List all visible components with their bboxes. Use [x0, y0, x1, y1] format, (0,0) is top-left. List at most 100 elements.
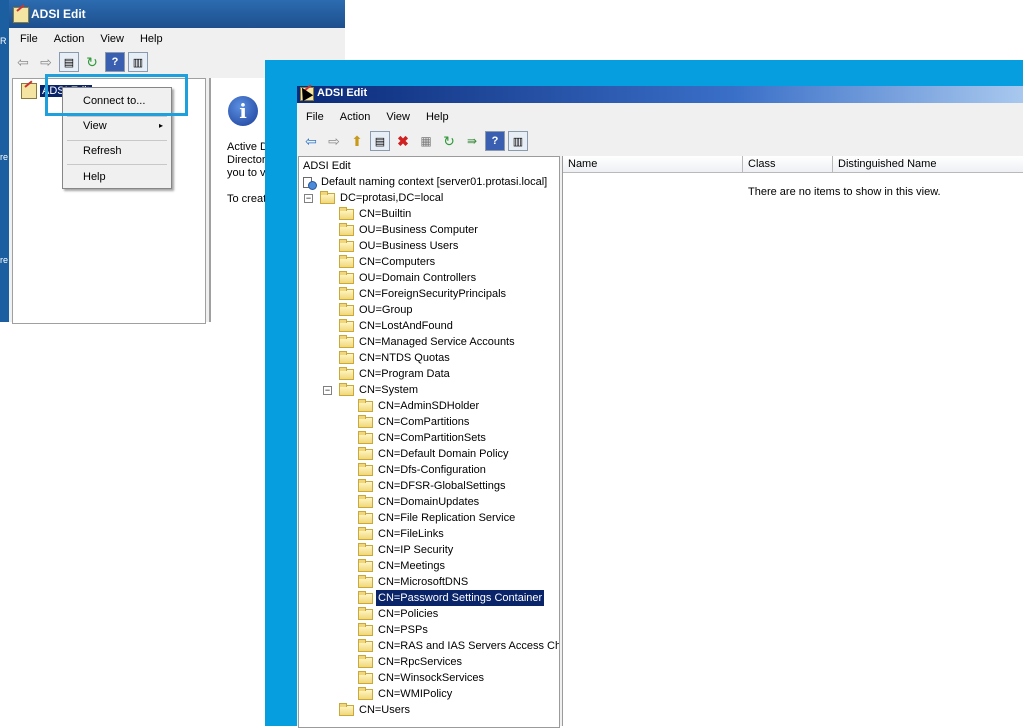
tree-node[interactable]: CN=Dfs-Configuration — [358, 462, 486, 478]
column-header-class[interactable]: Class — [743, 156, 833, 173]
tree-node[interactable]: OU=Group — [339, 302, 413, 318]
tree-node[interactable]: CN=Meetings — [358, 558, 445, 574]
menu-action[interactable]: Action — [46, 29, 93, 49]
tree-node-label: CN=ComPartitions — [378, 416, 470, 428]
tree-node-label: CN=ComPartitionSets — [378, 432, 486, 444]
tree-node[interactable]: CN=Computers — [339, 254, 435, 270]
folder-icon — [358, 462, 373, 476]
menu-view[interactable]: View — [92, 29, 132, 49]
desktop-text: re — [0, 152, 9, 162]
tree-node-label: CN=WMIPolicy — [378, 688, 453, 700]
show-action-pane-icon[interactable]: ▥ — [128, 52, 148, 72]
folder-icon — [358, 446, 373, 460]
tree-node[interactable]: CN=File Replication Service — [358, 510, 515, 526]
menu-file[interactable]: File — [12, 29, 46, 49]
view-menu-item[interactable]: View ▸ — [65, 115, 169, 137]
domain-node[interactable]: − DC=protasi,DC=local — [304, 190, 443, 206]
tree-node-label: CN=WinsockServices — [378, 672, 485, 684]
tree-node[interactable]: CN=PSPs — [358, 622, 428, 638]
tree-node[interactable]: CN=FileLinks — [358, 526, 444, 542]
tree-node[interactable]: CN=RAS and IAS Servers Access Che — [358, 638, 560, 654]
title-bar[interactable]: ADSI Edit — [9, 0, 345, 28]
refresh-menu-item[interactable]: Refresh — [65, 140, 169, 162]
tree-node[interactable]: CN=WinsockServices — [358, 670, 484, 686]
naming-context-node[interactable]: Default naming context [server01.protasi… — [303, 174, 547, 190]
delete-icon[interactable]: ✖ — [393, 131, 413, 151]
tree-node[interactable]: CN=ComPartitions — [358, 414, 469, 430]
title-bar[interactable]: ADSI Edit — [297, 86, 1023, 103]
naming-context-icon — [303, 176, 317, 190]
toolbar: ⇦ ⇨ ▤ ↻ ? ▥ — [13, 52, 151, 72]
tree-node[interactable]: CN=ForeignSecurityPrincipals — [339, 286, 506, 302]
tree-node[interactable]: CN=MicrosoftDNS — [358, 574, 468, 590]
tree-node[interactable]: CN=RpcServices — [358, 654, 462, 670]
tree-node-label: CN=DomainUpdates — [378, 496, 480, 508]
menu-file[interactable]: File — [298, 107, 332, 127]
menu-help[interactable]: Help — [132, 29, 171, 49]
tree-node-label: CN=Program Data — [359, 368, 450, 380]
tree-node-label: CN=Dfs-Configuration — [378, 464, 486, 476]
tree-node-label: CN=Password Settings Container — [376, 590, 545, 606]
up-folder-icon[interactable]: ⬆ — [347, 131, 367, 151]
refresh-icon[interactable]: ↻ — [439, 131, 459, 151]
export-list-icon[interactable]: ⇛ — [462, 131, 482, 151]
menu-help[interactable]: Help — [418, 107, 457, 127]
tree-node[interactable]: OU=Business Computer — [339, 222, 478, 238]
forward-arrow-icon[interactable]: ⇨ — [36, 52, 56, 72]
folder-icon — [358, 430, 373, 444]
column-header-distinguished-name[interactable]: Distinguished Name — [833, 156, 1023, 173]
folder-icon — [320, 190, 335, 204]
folder-icon — [358, 670, 373, 684]
collapse-icon[interactable]: − — [323, 385, 332, 395]
intro-text: To creat — [227, 193, 267, 205]
forward-arrow-icon[interactable]: ⇨ — [324, 131, 344, 151]
tree-node-label: ADSI Edit — [303, 160, 351, 172]
tree-node[interactable]: CN=IP Security — [358, 542, 453, 558]
show-hide-tree-icon[interactable]: ▤ — [370, 131, 390, 151]
help-icon[interactable]: ? — [105, 52, 125, 72]
tree-node-label: CN=AdminSDHolder — [378, 400, 480, 412]
tree-node-label: Default naming context [server01.protasi… — [321, 176, 548, 188]
tree-node[interactable]: CN=Builtin — [339, 206, 411, 222]
column-header-name[interactable]: Name — [563, 156, 743, 173]
refresh-icon[interactable]: ↻ — [82, 52, 102, 72]
menu-view[interactable]: View — [378, 107, 418, 127]
system-node[interactable]: − CN=System — [323, 382, 418, 398]
properties-icon[interactable]: ▦ — [416, 131, 436, 151]
tree-node[interactable]: CN=DomainUpdates — [358, 494, 479, 510]
menu-action[interactable]: Action — [332, 107, 379, 127]
tree-node[interactable]: CN=Managed Service Accounts — [339, 334, 515, 350]
tree-node[interactable]: CN=ComPartitionSets — [358, 430, 486, 446]
intro-text: Director — [227, 154, 266, 166]
tree-node[interactable]: CN=AdminSDHolder — [358, 398, 479, 414]
tree-root-node[interactable]: ADSI Edit — [303, 158, 351, 174]
submenu-arrow-icon: ▸ — [158, 121, 163, 130]
tree-node[interactable]: OU=Business Users — [339, 238, 458, 254]
tree-node[interactable]: CN=Policies — [358, 606, 438, 622]
tree-node-label: CN=Computers — [359, 256, 436, 268]
tree-node[interactable]: CN=Program Data — [339, 366, 450, 382]
tree-node[interactable]: CN=DFSR-GlobalSettings — [358, 478, 505, 494]
tree-node[interactable]: OU=Domain Controllers — [339, 270, 476, 286]
tree-node[interactable]: CN=NTDS Quotas — [339, 350, 450, 366]
tree-node[interactable]: CN=Users — [339, 702, 410, 718]
tree-node[interactable]: CN=Default Domain Policy — [358, 446, 509, 462]
tree-node-label: CN=RAS and IAS Servers Access Che — [378, 640, 560, 652]
back-arrow-icon[interactable]: ⇦ — [301, 131, 321, 151]
folder-icon — [339, 366, 354, 380]
adsi-edit-icon — [13, 7, 29, 23]
tree-node[interactable]: CN=Password Settings Container — [358, 590, 545, 606]
empty-list-message: There are no items to show in this view. — [748, 186, 941, 198]
show-action-pane-icon[interactable]: ▥ — [508, 131, 528, 151]
collapse-icon[interactable]: − — [304, 193, 313, 203]
adsi-edit-icon — [21, 83, 37, 99]
folder-icon — [358, 558, 373, 572]
back-arrow-icon[interactable]: ⇦ — [13, 52, 33, 72]
help-icon[interactable]: ? — [485, 131, 505, 151]
tree-node[interactable]: CN=WMIPolicy — [358, 686, 452, 702]
tree-node[interactable]: CN=LostAndFound — [339, 318, 453, 334]
folder-icon — [339, 238, 354, 252]
help-menu-item[interactable]: Help — [65, 166, 169, 188]
folder-icon — [358, 638, 373, 652]
show-hide-tree-icon[interactable]: ▤ — [59, 52, 79, 72]
